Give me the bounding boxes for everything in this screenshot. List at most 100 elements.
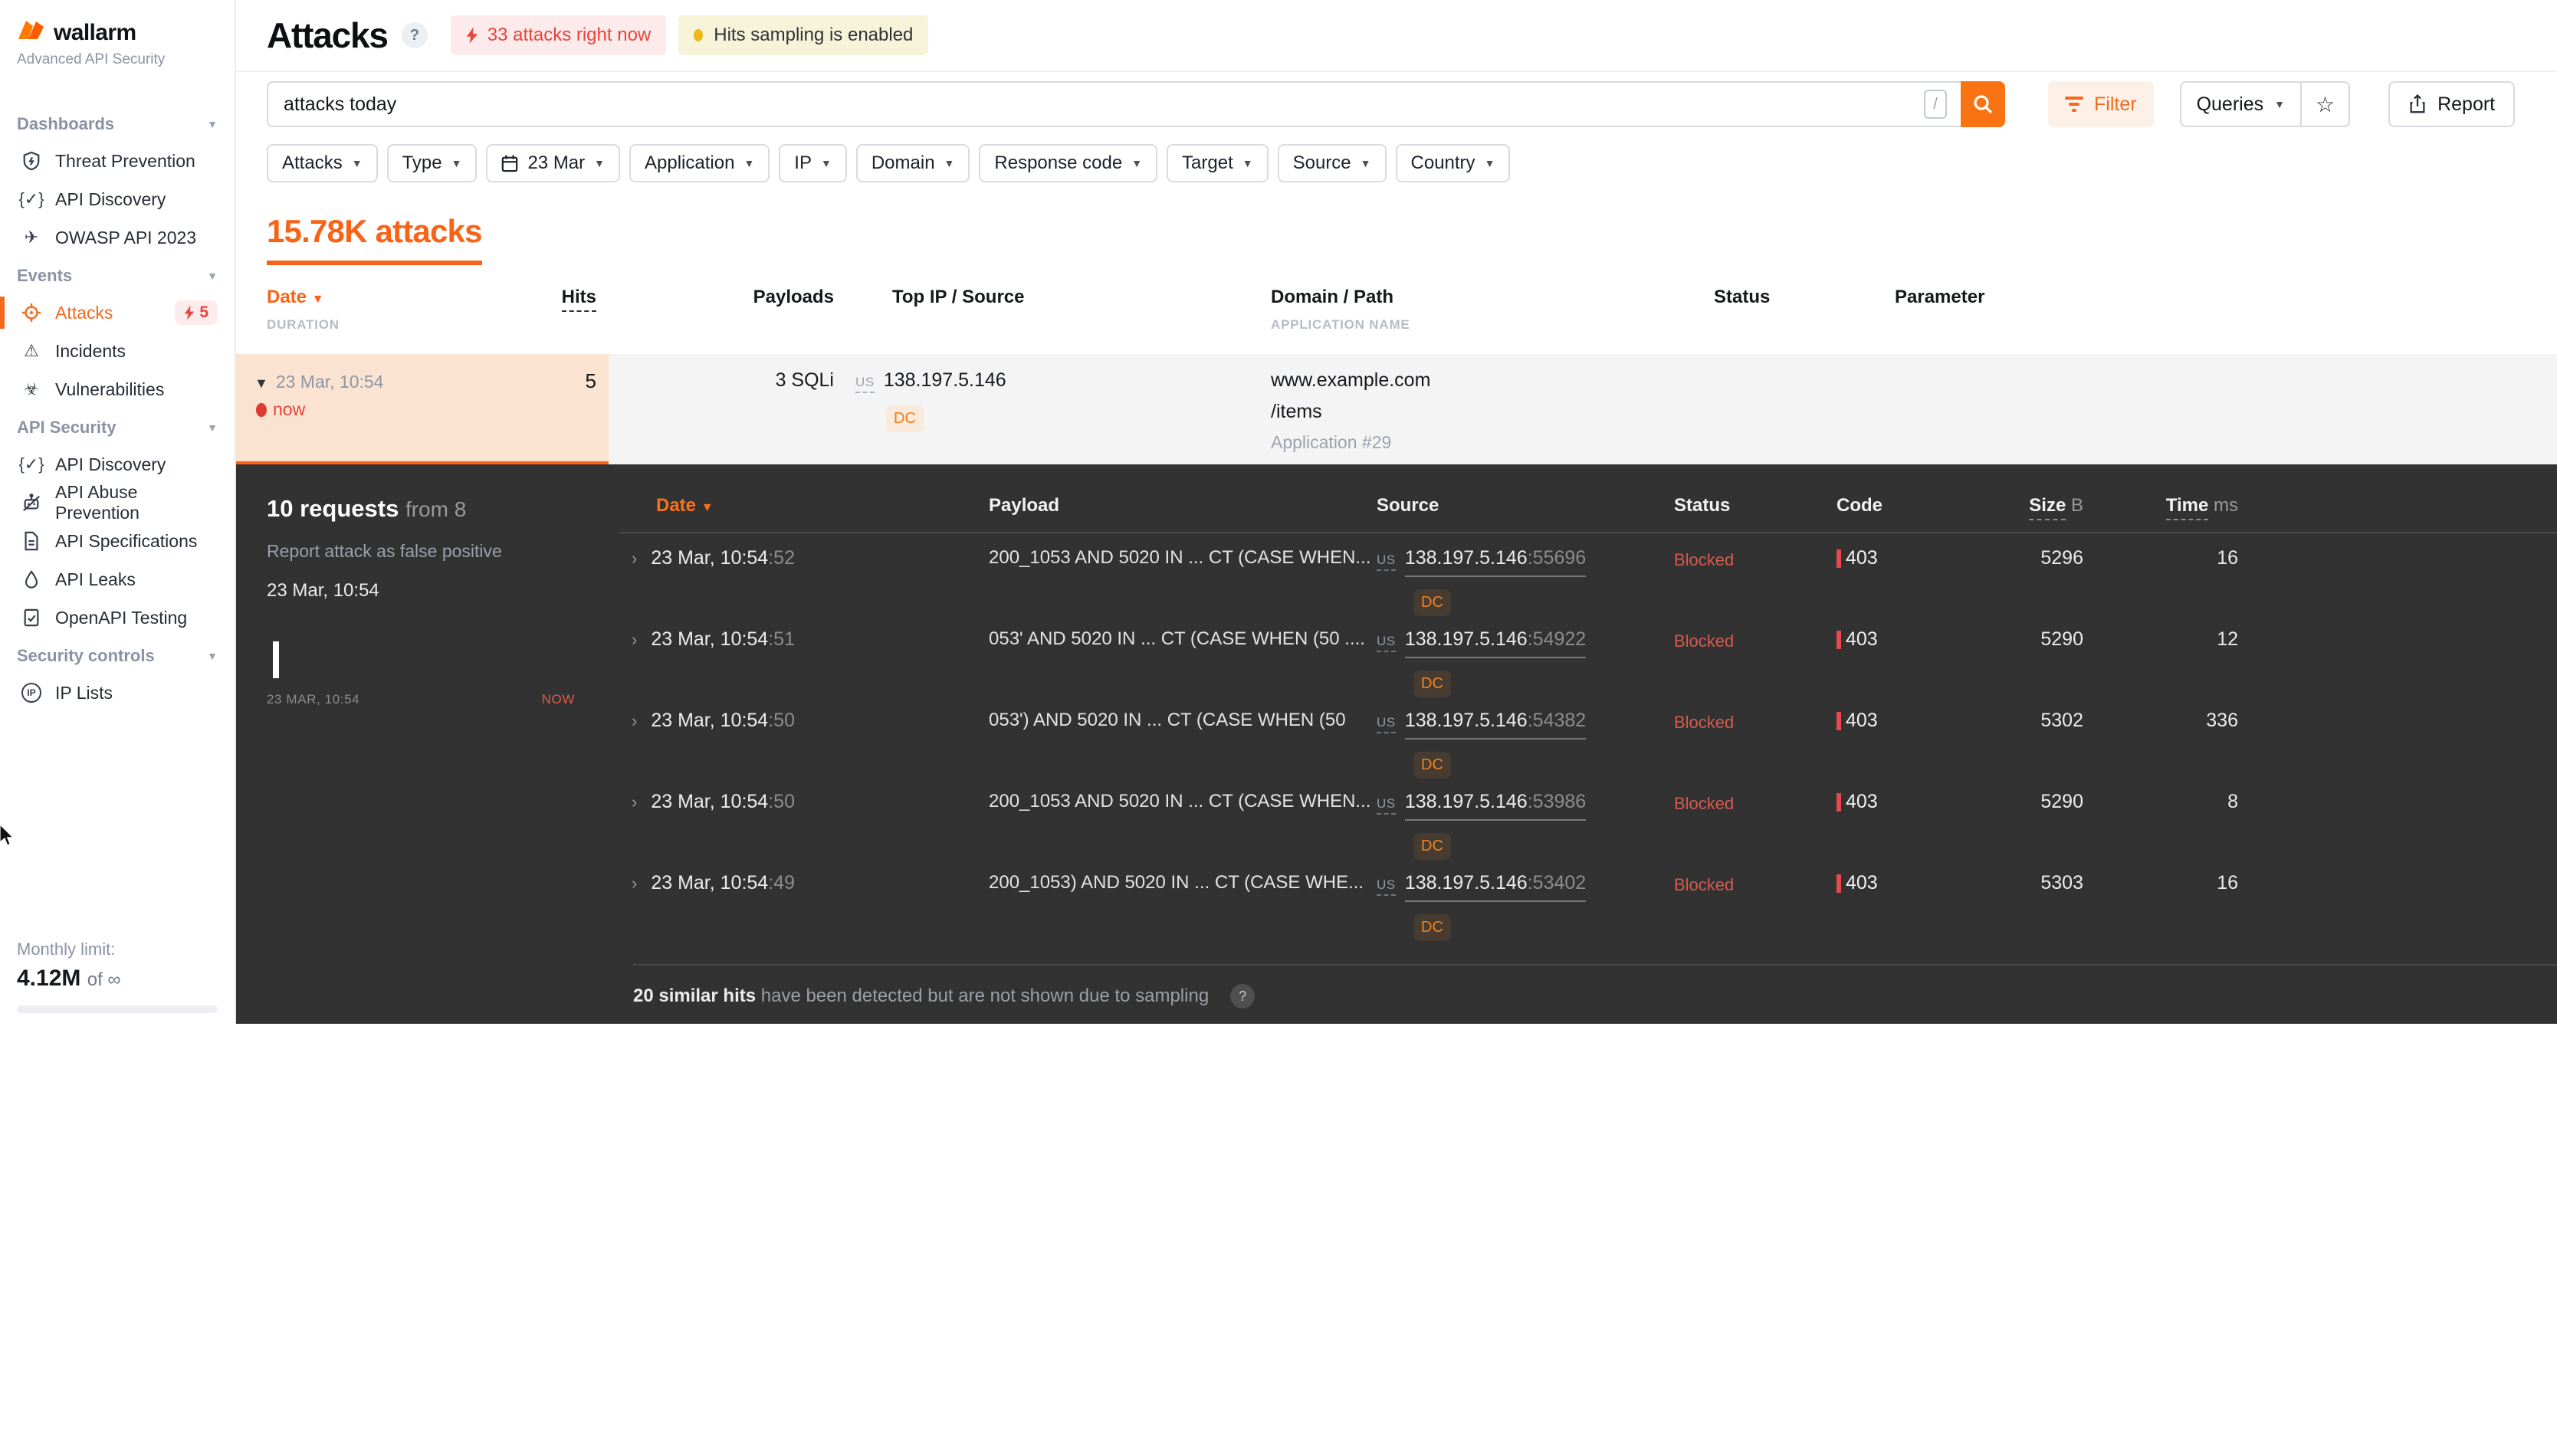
help-icon[interactable]: ?: [1230, 984, 1256, 1008]
sidebar-item-ip-lists[interactable]: IP IP Lists: [0, 674, 235, 712]
code-severity-bar: [1837, 549, 1841, 568]
attack-row-selected[interactable]: ▼ 23 Mar, 10:54 5 now 3 SQLi US 138.197.…: [236, 354, 2557, 467]
chevron-right-icon[interactable]: ›: [632, 549, 637, 568]
request-row[interactable]: › 23 Mar, 10:54:52 200_1053 AND 5020 IN .…: [619, 533, 2557, 616]
chevron-down-icon: ▼: [2274, 98, 2285, 110]
header-date[interactable]: Date ▼ DURATION: [267, 287, 481, 333]
sidebar-item-api-discovery-2[interactable]: {✓} API Discovery: [0, 445, 235, 484]
wallarm-console: wallarm Advanced API Security Dashboards…: [0, 0, 2557, 1024]
sidebar-nav: Dashboards ▼ Threat Prevention {✓} API D…: [0, 105, 235, 712]
section-dashboards[interactable]: Dashboards ▼: [0, 105, 235, 142]
sidebar-item-threat-prevention[interactable]: Threat Prevention: [0, 142, 235, 180]
search-button[interactable]: [1961, 81, 2005, 127]
chevron-right-icon[interactable]: ›: [632, 630, 637, 649]
bolt-icon: [185, 305, 195, 320]
source-ip[interactable]: 138.197.5.146:55696: [1404, 547, 1587, 577]
chip-date[interactable]: 23 Mar ▼: [486, 144, 621, 182]
sidebar-item-label: IP Lists: [55, 682, 113, 703]
country-code[interactable]: US: [1377, 634, 1396, 652]
sidebar-item-api-abuse-prevention[interactable]: API Abuse Prevention: [0, 482, 235, 523]
sidebar-item-api-discovery[interactable]: {✓} API Discovery: [0, 180, 235, 218]
queries-button[interactable]: Queries ▼: [2181, 83, 2300, 126]
source-ip[interactable]: 138.197.5.146:53402: [1404, 872, 1587, 902]
help-icon[interactable]: ?: [401, 22, 428, 48]
sidebar-item-label: API Specifications: [55, 530, 198, 551]
request-source: US 138.197.5.146:55696 DC: [1377, 547, 1674, 616]
request-time: 16: [2217, 872, 2238, 894]
attack-row-date-cell[interactable]: ▼ 23 Mar, 10:54 5 now: [236, 354, 609, 467]
country-code[interactable]: US: [1377, 877, 1396, 896]
favorite-star-button[interactable]: ☆: [2302, 83, 2349, 126]
chevron-down-icon: ▼: [207, 421, 218, 434]
request-source: US 138.197.5.146:53402 DC: [1377, 872, 1674, 941]
chip-type[interactable]: Type ▼: [386, 144, 478, 182]
country-code[interactable]: US: [1377, 553, 1396, 571]
page-title: Attacks: [267, 15, 389, 55]
chevron-down-icon[interactable]: ▼: [254, 375, 268, 392]
request-row[interactable]: › 23 Mar, 10:54:51 053' AND 5020 IN ... C…: [619, 615, 2557, 697]
chevron-down-icon: ▼: [207, 118, 218, 130]
header-actions[interactable]: Actions: [2238, 495, 2557, 516]
request-source: US 138.197.5.146:54382 DC: [1377, 710, 1674, 779]
chip-target[interactable]: Target ▼: [1167, 144, 1269, 182]
request-payload: 053') AND 5020 IN ... CT (CASE WHEN (50: [989, 710, 1346, 730]
export-icon: [2410, 94, 2425, 113]
chip-response-code[interactable]: Response code ▼: [979, 144, 1158, 182]
chevron-right-icon[interactable]: ›: [632, 792, 637, 812]
chip-attacks[interactable]: Attacks ▼: [267, 144, 378, 182]
country-code[interactable]: US: [855, 375, 875, 393]
paper-plane-icon: ✈: [24, 228, 39, 247]
header-duration: DURATION: [267, 317, 340, 332]
country-code[interactable]: US: [1377, 796, 1396, 815]
shield-icon: [20, 151, 43, 171]
header-hits[interactable]: Hits: [481, 287, 609, 333]
source-ip[interactable]: 138.197.5.146:53986: [1404, 791, 1587, 821]
search-row: / Filter Queries ▼ ☆ Report: [236, 72, 2557, 127]
chip-ip[interactable]: IP ▼: [779, 144, 847, 182]
request-code: 403: [1837, 872, 1974, 894]
search-icon: [1974, 95, 1993, 114]
sidebar-item-api-leaks[interactable]: API Leaks: [0, 560, 235, 598]
sidebar-item-vulnerabilities[interactable]: ☣ Vulnerabilities: [0, 370, 235, 408]
sidebar-item-api-specifications[interactable]: API Specifications: [0, 522, 235, 560]
sidebar-item-attacks[interactable]: Attacks 5: [0, 293, 235, 332]
sort-arrow-icon: ▼: [311, 293, 324, 306]
chevron-down-icon: ▼: [1242, 157, 1253, 169]
source-ip[interactable]: 138.197.5.146:54922: [1404, 628, 1587, 658]
report-false-positive-link[interactable]: Report attack as false positive: [267, 541, 619, 562]
chip-application[interactable]: Application ▼: [629, 144, 770, 182]
request-row[interactable]: › 23 Mar, 10:54:50 200_1053 AND 5020 IN .…: [619, 777, 2557, 860]
request-row[interactable]: › 23 Mar, 10:54:50 053') AND 5020 IN ... …: [619, 696, 2557, 779]
request-code: 403: [1837, 710, 1974, 732]
report-button[interactable]: Report: [2388, 81, 2516, 127]
country-code[interactable]: US: [1377, 715, 1396, 733]
header-time[interactable]: Time ms: [2083, 495, 2238, 520]
chip-domain[interactable]: Domain ▼: [855, 144, 970, 182]
request-status: Blocked: [1674, 794, 1735, 813]
header-date[interactable]: Date ▼: [619, 495, 989, 516]
chip-country[interactable]: Country ▼: [1395, 144, 1511, 182]
chevron-down-icon: ▼: [594, 157, 606, 169]
chip-source[interactable]: Source ▼: [1277, 144, 1387, 182]
source-ip[interactable]: 138.197.5.146:54382: [1404, 710, 1587, 739]
section-security-controls[interactable]: Security controls ▼: [0, 637, 235, 674]
request-size: 5290: [2040, 628, 2083, 650]
search-input[interactable]: [267, 81, 1961, 127]
filter-button[interactable]: Filter: [2048, 81, 2154, 127]
header-size[interactable]: Size B: [1974, 495, 2083, 520]
section-events[interactable]: Events ▼: [0, 257, 235, 293]
logo[interactable]: wallarm: [0, 18, 235, 47]
section-title: Security controls: [17, 646, 155, 665]
sidebar-item-openapi-testing[interactable]: OpenAPI Testing: [0, 598, 235, 637]
request-source: US 138.197.5.146:54922 DC: [1377, 628, 1674, 697]
section-title: Dashboards: [17, 114, 115, 133]
chevron-right-icon[interactable]: ›: [632, 711, 637, 730]
request-size: 5290: [2040, 791, 2083, 812]
section-api-security[interactable]: API Security ▼: [0, 408, 235, 445]
request-row[interactable]: › 23 Mar, 10:54:49 200_1053) AND 5020 IN …: [619, 858, 2557, 941]
chevron-right-icon[interactable]: ›: [632, 874, 637, 893]
sidebar-item-incidents[interactable]: ⚠ Incidents: [0, 332, 235, 370]
live-attacks-badge[interactable]: 33 attacks right now: [450, 15, 667, 55]
sidebar-item-owasp-api-2023[interactable]: ✈ OWASP API 2023: [0, 218, 235, 257]
attack-ip[interactable]: 138.197.5.146: [884, 369, 1006, 392]
